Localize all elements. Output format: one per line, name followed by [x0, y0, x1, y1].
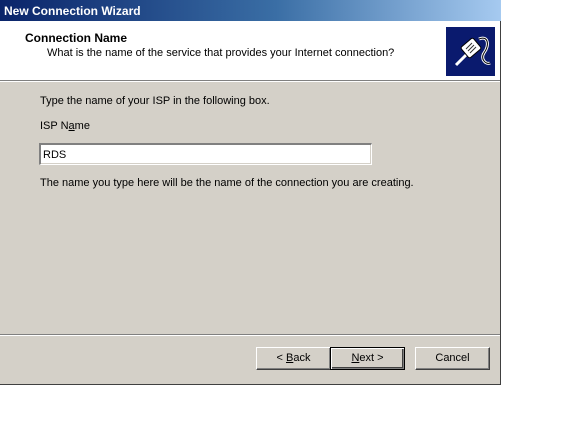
header-divider	[0, 80, 500, 82]
instruction-text: Type the name of your ISP in the followi…	[40, 95, 270, 107]
header-subtitle: What is the name of the service that pro…	[47, 47, 395, 59]
back-button[interactable]: < Back	[256, 347, 331, 370]
isp-name-label: ISP Name	[40, 120, 90, 132]
network-cable-icon	[446, 27, 495, 76]
wizard-header: Connection Name What is the name of the …	[0, 21, 500, 80]
window-title: New Connection Wizard	[4, 4, 141, 18]
header-title: Connection Name	[25, 31, 128, 45]
footer-divider	[0, 334, 500, 336]
next-button[interactable]: Next >	[330, 347, 405, 370]
connection-note: The name you type here will be the name …	[40, 177, 414, 189]
title-bar[interactable]: New Connection Wizard	[0, 0, 501, 21]
cancel-button[interactable]: Cancel	[415, 347, 490, 370]
wizard-window: New Connection Wizard Connection Name Wh…	[0, 0, 501, 385]
isp-name-input[interactable]	[39, 143, 372, 165]
